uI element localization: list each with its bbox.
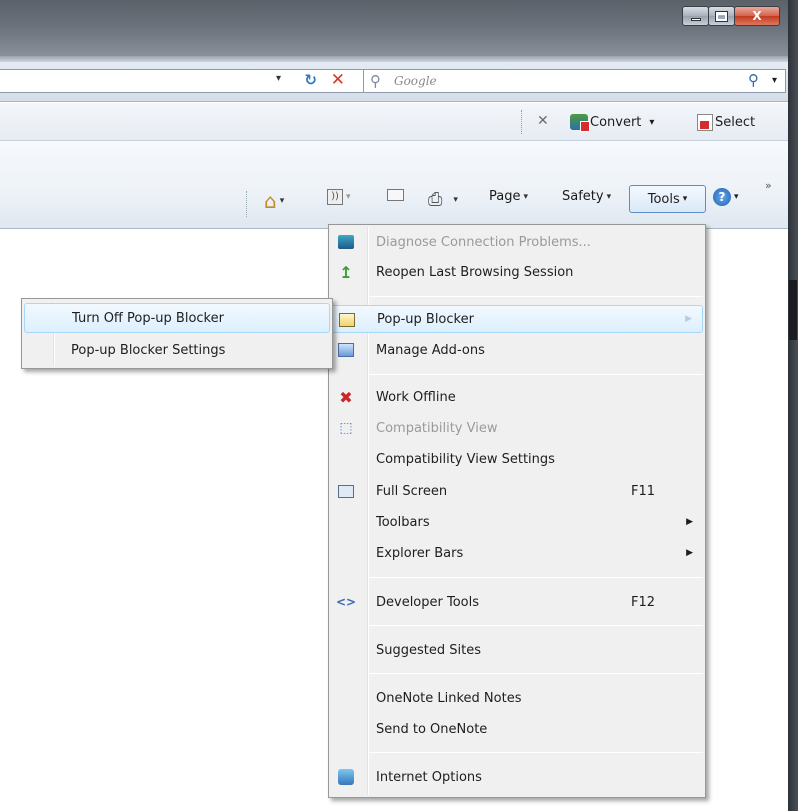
convert-label: Convert	[590, 114, 642, 130]
convert-button[interactable]: Convert ▾	[570, 114, 654, 132]
search-provider-icon: ⚲	[370, 72, 381, 90]
search-options-dropdown-icon[interactable]: ▾	[772, 75, 777, 86]
minimize-icon	[690, 17, 701, 21]
close-button[interactable]: X	[734, 6, 780, 26]
help-dropdown-icon: ▾	[734, 192, 739, 202]
address-dropdown-icon[interactable]: ▾	[276, 73, 281, 84]
read-mail-button[interactable]	[387, 189, 404, 201]
close-icon: X	[752, 9, 762, 23]
menu-separator	[369, 752, 703, 753]
safety-label: Safety	[562, 189, 604, 204]
submenu-arrow-icon: ▶	[686, 548, 693, 558]
home-button[interactable]: ⌂ ▾	[264, 189, 284, 213]
menu-separator	[369, 374, 703, 375]
maximize-icon	[716, 11, 727, 21]
reopen-icon: ↥	[339, 262, 353, 282]
help-button[interactable]: ? ▾	[713, 188, 739, 206]
help-icon: ?	[713, 188, 731, 206]
pdf-toolbar: ✕ Convert ▾ Select	[0, 103, 798, 141]
stop-icon[interactable]: ✕	[331, 70, 345, 90]
select-label: Select	[715, 115, 756, 130]
menu-item-diagnose-connection[interactable]: Diagnose Connection Problems...	[331, 228, 703, 256]
full-screen-icon	[337, 482, 355, 500]
submenu-arrow-icon: ▶	[686, 517, 693, 527]
window-controls: X	[682, 6, 780, 26]
menu-item-popup-blocker-settings[interactable]: Pop-up Blocker Settings	[24, 335, 330, 365]
command-bar-overflow-icon[interactable]: »	[765, 179, 772, 192]
tools-menu: Diagnose Connection Problems... ↥ Reopen…	[328, 224, 706, 798]
safety-menu-button[interactable]: Safety ▾	[562, 189, 611, 204]
submenu-arrow-icon: ▶	[685, 314, 692, 324]
globe-icon	[337, 233, 355, 251]
print-dropdown-icon[interactable]: ▾	[453, 195, 458, 205]
menu-separator	[369, 625, 703, 626]
convert-pdf-icon	[570, 114, 590, 132]
toolbar-separator	[521, 110, 522, 134]
compatibility-icon: ⬚	[339, 420, 353, 436]
feeds-icon: ))	[327, 189, 343, 205]
popup-blocker-icon	[338, 311, 356, 329]
menu-item-turn-off-popup-blocker[interactable]: Turn Off Pop-up Blocker	[24, 303, 330, 333]
window-right-edge	[788, 0, 798, 811]
address-row: ▾ ↻ ✕ ⚲ Google ⚲ ▾	[0, 62, 798, 102]
printer-icon: ⎙	[428, 189, 443, 210]
search-placeholder: Google	[394, 74, 437, 88]
internet-options-icon	[337, 768, 355, 786]
feeds-button[interactable]: )) ▾	[327, 189, 351, 205]
command-bar-grip[interactable]	[246, 191, 247, 217]
tools-dropdown-icon: ▾	[682, 194, 688, 204]
select-pdf-icon	[697, 114, 713, 131]
menu-item-manage-addons[interactable]: Manage Add-ons	[331, 336, 703, 364]
refresh-icon[interactable]: ↻	[304, 71, 317, 89]
menu-item-full-screen[interactable]: Full Screen F11	[331, 477, 703, 505]
menu-item-suggested-sites[interactable]: Suggested Sites	[331, 636, 703, 664]
command-bar: ⌂ ▾ )) ▾ ⎙ ▾ Page ▾ Safety ▾ Tools ▾ ? ▾…	[0, 141, 798, 229]
scrollbar-thumb[interactable]	[789, 280, 797, 340]
developer-tools-icon: <>	[335, 595, 357, 609]
home-icon: ⌂	[264, 189, 277, 213]
title-bar: X	[0, 0, 798, 62]
shortcut-f12: F12	[630, 594, 655, 610]
close-toolbar-icon[interactable]: ✕	[537, 113, 549, 129]
home-dropdown-icon[interactable]: ▾	[280, 196, 285, 206]
menu-item-compatibility-settings[interactable]: Compatibility View Settings	[331, 445, 703, 473]
maximize-button[interactable]	[708, 6, 735, 26]
safety-dropdown-icon: ▾	[606, 191, 612, 202]
menu-item-send-to-onenote[interactable]: Send to OneNote	[331, 715, 703, 743]
menu-item-work-offline[interactable]: ✖ Work Offline	[331, 383, 703, 411]
select-button[interactable]: Select	[697, 114, 755, 131]
menu-item-popup-blocker[interactable]: Pop-up Blocker ▶	[331, 305, 703, 333]
menu-item-explorer-bars[interactable]: Explorer Bars ▶	[331, 539, 703, 567]
address-bar[interactable]: ▾ ↻ ✕	[0, 69, 364, 93]
mail-icon	[387, 189, 404, 201]
menu-separator	[369, 673, 703, 674]
menu-item-developer-tools[interactable]: <> Developer Tools F12	[331, 588, 703, 616]
print-button[interactable]: ⎙ ▾	[428, 189, 458, 210]
tools-label: Tools	[647, 191, 680, 207]
feeds-dropdown-icon[interactable]: ▾	[346, 192, 351, 202]
menu-item-internet-options[interactable]: Internet Options	[331, 763, 703, 791]
shortcut-f11: F11	[630, 483, 655, 499]
work-offline-icon: ✖	[339, 387, 353, 407]
menu-item-reopen-session[interactable]: ↥ Reopen Last Browsing Session	[331, 258, 703, 286]
page-menu-button[interactable]: Page ▾	[489, 189, 528, 204]
menu-item-onenote-linked-notes[interactable]: OneNote Linked Notes	[331, 684, 703, 712]
page-dropdown-icon: ▾	[523, 191, 529, 202]
menu-separator	[369, 577, 703, 578]
minimize-button[interactable]	[682, 6, 709, 26]
search-icon[interactable]: ⚲	[748, 71, 759, 89]
addons-icon	[337, 341, 355, 359]
menu-item-compatibility-view[interactable]: ⬚ Compatibility View	[331, 414, 703, 442]
search-box[interactable]: ⚲ Google ⚲ ▾	[363, 69, 786, 93]
page-label: Page	[489, 189, 521, 204]
tools-menu-button[interactable]: Tools ▾	[629, 185, 706, 213]
menu-item-toolbars[interactable]: Toolbars ▶	[331, 508, 703, 536]
menu-separator	[369, 296, 703, 297]
popup-blocker-submenu: Turn Off Pop-up Blocker Pop-up Blocker S…	[21, 298, 333, 369]
convert-dropdown-icon[interactable]: ▾	[649, 117, 654, 128]
